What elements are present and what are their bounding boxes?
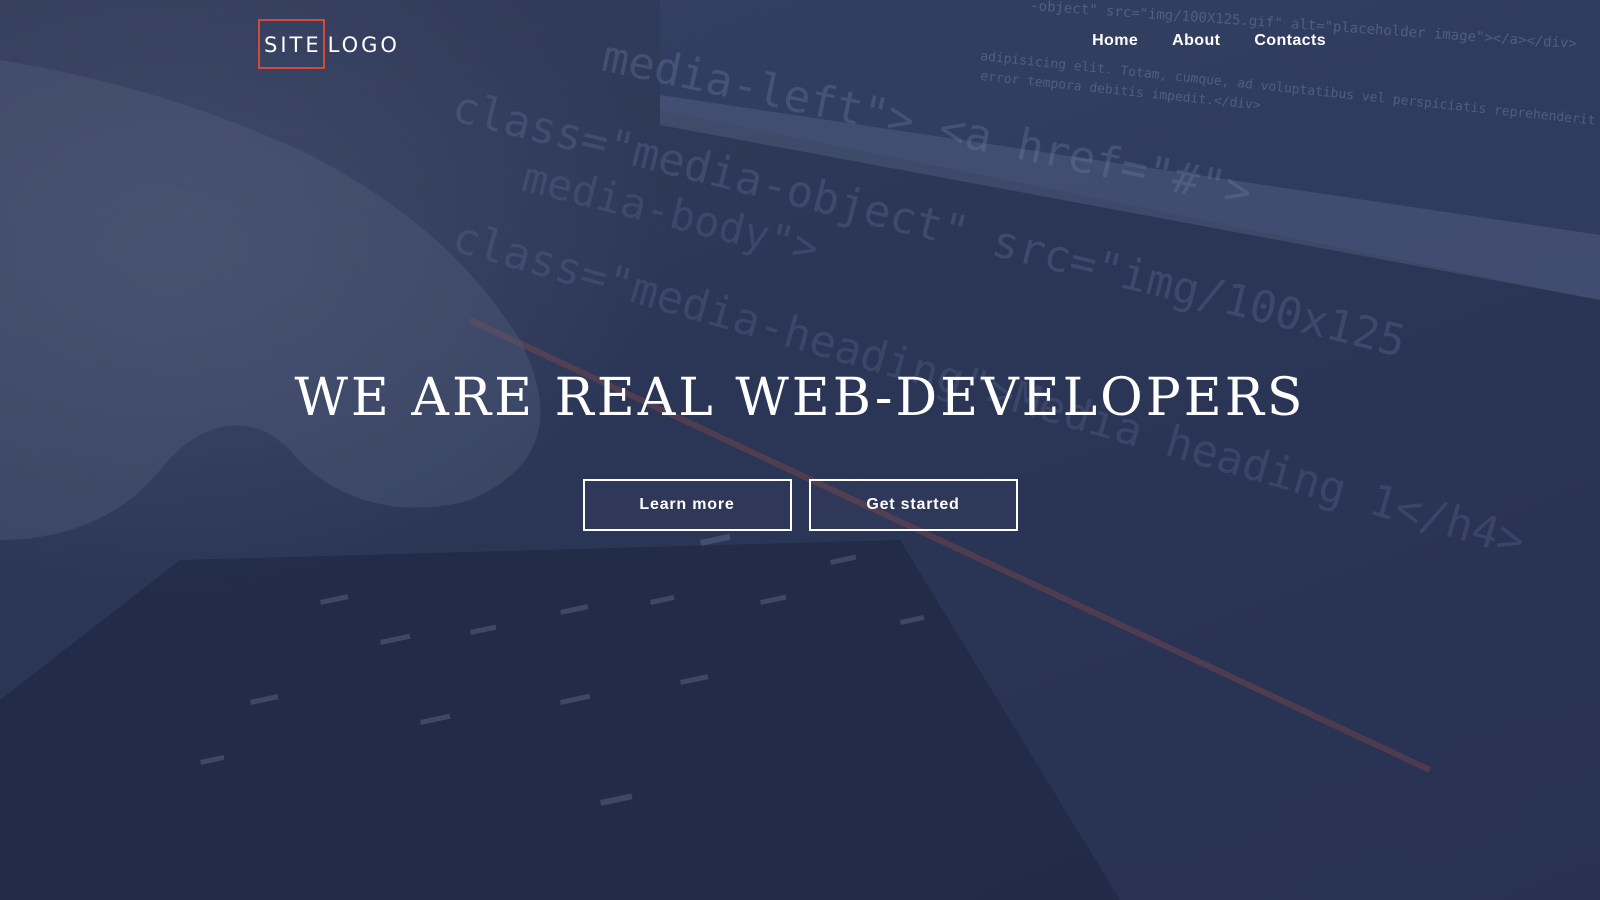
- nav-menu: Home About Contacts: [1092, 32, 1326, 50]
- navbar: SITE LOGO Home About Contacts: [0, 0, 1600, 90]
- hero-overlay: [0, 0, 1600, 900]
- get-started-button[interactable]: Get started: [808, 479, 1018, 531]
- nav-link-home[interactable]: Home: [1092, 32, 1138, 50]
- nav-link-contacts[interactable]: Contacts: [1254, 32, 1326, 50]
- cta-buttons: Learn more Get started: [0, 479, 1600, 531]
- learn-more-button[interactable]: Learn more: [582, 479, 792, 531]
- logo-word-logo: LOGO: [327, 33, 400, 57]
- hero-background-image: -object" src="img/100X125.gif" alt="plac…: [0, 0, 1600, 900]
- hero-headline: WE ARE REAL WEB-DEVELOPERS: [294, 368, 1306, 428]
- logo-text: SITE LOGO: [264, 33, 406, 57]
- site-logo[interactable]: SITE LOGO: [258, 19, 400, 71]
- logo-word-site: SITE: [264, 33, 322, 57]
- nav-link-about[interactable]: About: [1172, 32, 1220, 50]
